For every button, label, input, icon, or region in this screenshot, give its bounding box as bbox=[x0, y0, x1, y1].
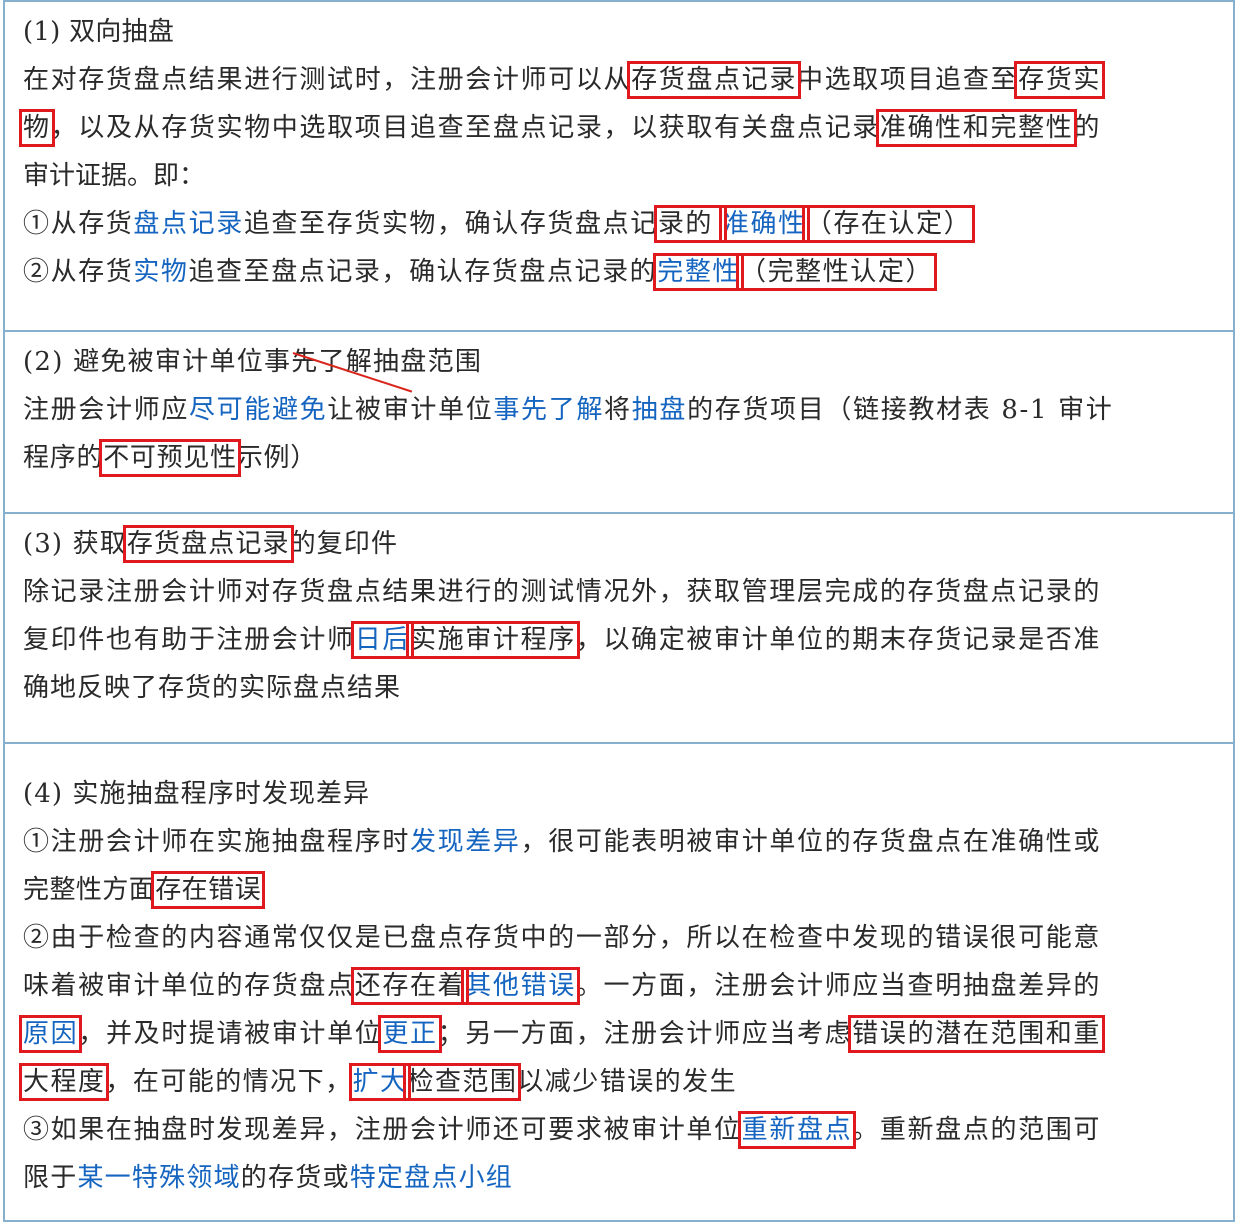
text-line: 除记录注册会计师对存货盘点结果进行的测试情况外，获取管理层完成的存货盘点记录的 bbox=[23, 568, 1233, 616]
section-heading: (1) 双向抽盘 bbox=[23, 8, 1233, 56]
text-run: 将 bbox=[604, 395, 632, 425]
text-run: 示例） bbox=[236, 443, 318, 473]
section-double-direction-sampling: (1) 双向抽盘在对存货盘点结果进行测试时，注册会计师可以从存货盘点记录中选取项… bbox=[3, 0, 1235, 330]
boxed-highlight: 不可预见性 bbox=[99, 439, 241, 477]
text-run: 在对存货盘点结果进行测试时，注册会计师可以从 bbox=[23, 65, 632, 95]
text-line: 审计证据。即： bbox=[23, 152, 1233, 200]
boxed-highlight: 其他错误 bbox=[461, 967, 580, 1005]
text-run: (3) 获取 bbox=[23, 529, 127, 559]
boxed-highlight: 日后 bbox=[350, 621, 415, 659]
text-run: 以减少错误的发生 bbox=[517, 1067, 738, 1097]
section-obtain-record-copies: (3) 获取存货盘点记录的复印件除记录注册会计师对存货盘点结果进行的测试情况外，… bbox=[3, 512, 1235, 742]
text-line: 物，以及从存货实物中选取项目追查至盘点记录，以获取有关盘点记录准确性和完整性的 bbox=[19, 104, 1233, 152]
section-differences-found: (4) 实施抽盘程序时发现差异 ①注册会计师在实施抽盘程序时发现差异，很可能表明被… bbox=[3, 742, 1235, 1222]
text-run: ，以及从存货实物中选取项目追查至盘点记录，以获取有关盘点记录 bbox=[50, 113, 880, 143]
text-run: 。重新盘点的范围可 bbox=[852, 1115, 1102, 1145]
text-run: 让被审计单位 bbox=[327, 395, 494, 425]
boxed-highlight: 准确性和完整性 bbox=[875, 109, 1078, 147]
text-run: ③如果在抽盘时发现差异，注册会计师还可要求被审计单位 bbox=[23, 1115, 742, 1145]
text-run: ②从存货 bbox=[23, 257, 134, 287]
text-run: ①从存货 bbox=[23, 209, 134, 239]
text-line: 味着被审计单位的存货盘点还存在着其他错误。一方面，注册会计师应当查明抽盘差异的 bbox=[23, 962, 1233, 1010]
boxed-highlight: 更正 bbox=[378, 1015, 442, 1053]
text-line: 大程度，在可能的情况下，扩大检查范围以减少错误的发生 bbox=[18, 1058, 1233, 1106]
text-line: ②由于检查的内容通常仅仅是已盘点存货中的一部分，所以在检查中发现的错误很可能意 bbox=[23, 914, 1233, 962]
text-run: 味着被审计单位的存货盘点 bbox=[23, 971, 355, 1001]
boxed-highlight: 存货盘点记录 bbox=[627, 61, 801, 99]
text-line: 在对存货盘点结果进行测试时，注册会计师可以从存货盘点记录中选取项目追查至存货实 bbox=[23, 56, 1233, 104]
text-run: 的存货或 bbox=[240, 1163, 350, 1193]
text-line: 限于某一特殊领域的存货或特定盘点小组 bbox=[23, 1154, 1233, 1202]
text-run: 确地反映了存货的实际盘点结果 bbox=[23, 673, 402, 703]
text-run: (4) 实施抽盘程序时发现差异 bbox=[23, 779, 371, 809]
text-run: 审计证据。即： bbox=[23, 161, 206, 191]
section-heading: (3) 获取存货盘点记录的复印件 bbox=[23, 520, 1233, 568]
text-run: 除记录注册会计师对存货盘点结果进行的测试情况外，获取管理层完成的存货盘点记录的 bbox=[23, 577, 1102, 607]
text-run: 追查至盘点记录，确认存货盘点记录的 bbox=[188, 257, 658, 287]
blue-highlight: 事先了解 bbox=[493, 395, 605, 425]
text-run: 中选取项目追查至 bbox=[796, 65, 1019, 95]
text-run: 限于 bbox=[23, 1163, 78, 1193]
boxed-highlight: 原因 bbox=[18, 1015, 83, 1053]
text-run: 程序的 bbox=[23, 443, 104, 473]
boxed-highlight: 物 bbox=[19, 109, 55, 147]
blue-highlight: 盘点记录 bbox=[133, 209, 244, 239]
boxed-highlight: 扩大 bbox=[348, 1063, 412, 1101]
boxed-highlight: （存在认定） bbox=[801, 205, 976, 243]
text-run: ；另一方面，注册会计师应当考虑 bbox=[437, 1019, 853, 1049]
text-run: ①注册会计师在实施抽盘程序时 bbox=[23, 827, 410, 857]
text-run: 的 bbox=[1073, 113, 1102, 143]
section-avoid-advance-knowledge: (2) 避免被审计单位事先了解抽盘范围 注册会计师应尽可能避免让被审计单位事先了解… bbox=[3, 330, 1235, 512]
boxed-highlight: 检查范围 bbox=[403, 1063, 522, 1101]
document-page: (1) 双向抽盘 在对存货盘点结果进行测试时，注册会计师可以从存货盘点记录中选取项… bbox=[0, 0, 1242, 1230]
boxed-highlight: 实施审计程序 bbox=[406, 621, 580, 659]
text-run: ，以确定被审计单位的期末存货记录是否准 bbox=[575, 625, 1102, 655]
blue-highlight: 某一特殊领域 bbox=[77, 1163, 241, 1193]
text-line: 复印件也有助于注册会计师日后实施审计程序，以确定被审计单位的期末存货记录是否准 bbox=[23, 616, 1233, 664]
text-run: (1) 双向抽盘 bbox=[23, 17, 175, 47]
boxed-highlight: 录的 bbox=[653, 205, 727, 243]
text-line: ①从存货盘点记录追查至存货实物，确认存货盘点记录的 准确性（存在认定） bbox=[23, 200, 1233, 248]
boxed-highlight: 还存在着 bbox=[350, 967, 470, 1005]
text-run: 追查至存货实物，确认存货盘点记 bbox=[243, 209, 658, 239]
blue-highlight: 特定盘点小组 bbox=[349, 1163, 514, 1193]
text-line: ③如果在抽盘时发现差异，注册会计师还可要求被审计单位重新盘点。重新盘点的范围可 bbox=[23, 1106, 1233, 1154]
boxed-highlight: （完整性认定） bbox=[735, 253, 938, 291]
blue-highlight: 实物 bbox=[133, 257, 189, 287]
text-run: ②由于检查的内容通常仅仅是已盘点存货中的一部分，所以在检查中发现的错误很可能意 bbox=[23, 923, 1102, 953]
boxed-highlight: 存在错误 bbox=[151, 871, 266, 909]
text-run: (2) 避免被审计单位事先了解抽盘范围 bbox=[23, 347, 483, 377]
text-run: ，很可能表明被审计单位的存货盘点在准确性或 bbox=[520, 827, 1102, 857]
blue-highlight: 发现差异 bbox=[409, 827, 521, 857]
boxed-highlight: 存货实 bbox=[1014, 61, 1106, 99]
text-run: ，在可能的情况下， bbox=[105, 1067, 353, 1097]
text-line: 确地反映了存货的实际盘点结果 bbox=[23, 664, 1233, 712]
section-heading: (4) 实施抽盘程序时发现差异 bbox=[23, 770, 1233, 818]
text-run: ，并及时提请被审计单位 bbox=[78, 1019, 383, 1049]
text-run: 的复印件 bbox=[289, 529, 399, 559]
text-run: 完整性方面 bbox=[23, 875, 156, 905]
text-run: 。一方面，注册会计师应当查明抽盘差异的 bbox=[575, 971, 1102, 1001]
section-heading: (2) 避免被审计单位事先了解抽盘范围 bbox=[23, 338, 1233, 386]
text-line: 完整性方面存在错误 bbox=[23, 866, 1233, 914]
boxed-highlight: 大程度 bbox=[18, 1063, 110, 1101]
blue-highlight: 抽盘 bbox=[631, 395, 688, 425]
text-line: 原因，并及时提请被审计单位更正；另一方面，注册会计师应当考虑错误的潜在范围和重 bbox=[18, 1010, 1233, 1058]
text-line: 程序的不可预见性示例） bbox=[23, 434, 1233, 482]
boxed-highlight: 准确性 bbox=[718, 205, 810, 243]
text-run: 复印件也有助于注册会计师 bbox=[23, 625, 355, 655]
text-line: 注册会计师应尽可能避免让被审计单位事先了解将抽盘的存货项目（链接教材表 8-1 … bbox=[23, 386, 1233, 434]
text-run: 的存货项目（链接教材表 8-1 审计 bbox=[687, 395, 1114, 425]
blue-highlight: 尽可能避免 bbox=[189, 395, 328, 425]
boxed-highlight: 错误的潜在范围和重 bbox=[848, 1015, 1106, 1053]
boxed-highlight: 存货盘点记录 bbox=[122, 525, 294, 563]
boxed-highlight: 完整性 bbox=[653, 253, 744, 291]
text-line: ②从存货实物追查至盘点记录，确认存货盘点记录的完整性（完整性认定） bbox=[23, 248, 1233, 296]
text-run: 注册会计师应 bbox=[23, 395, 190, 425]
text-line: ①注册会计师在实施抽盘程序时发现差异，很可能表明被审计单位的存货盘点在准确性或 bbox=[23, 818, 1233, 866]
boxed-highlight: 重新盘点 bbox=[737, 1111, 857, 1149]
